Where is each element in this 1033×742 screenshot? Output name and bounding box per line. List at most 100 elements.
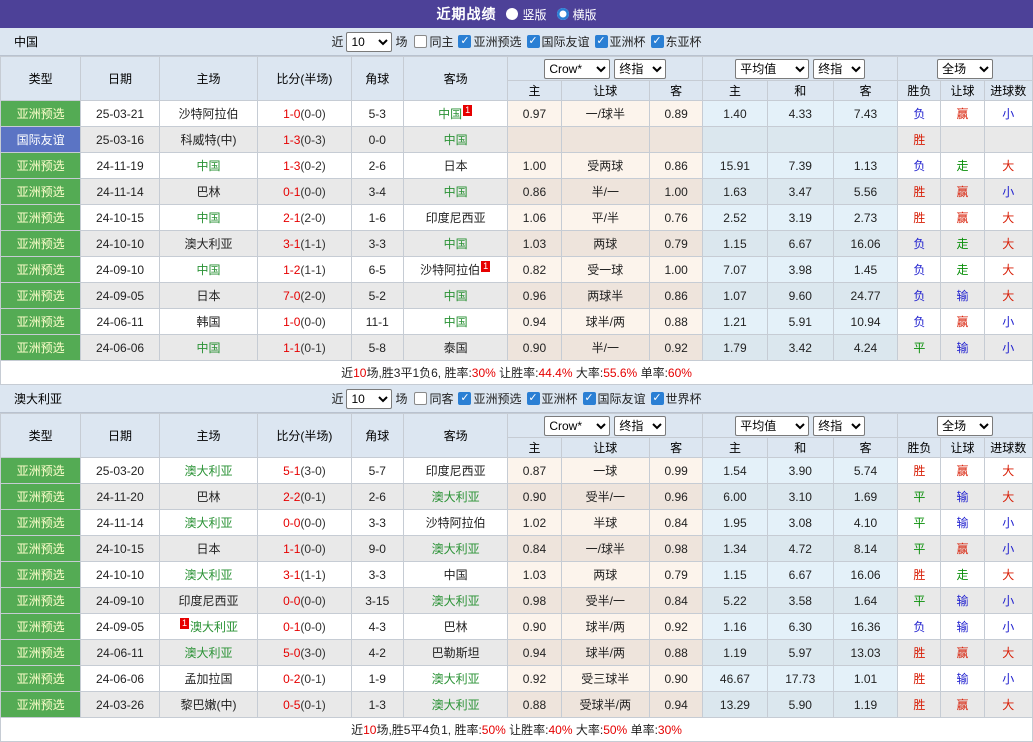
same-venue-option[interactable]: 同客 bbox=[414, 390, 453, 407]
home-team-cell[interactable]: 1 澳大利亚 bbox=[158, 613, 259, 640]
away-team-cell[interactable]: 泰国 bbox=[402, 334, 509, 361]
away-team-cell[interactable]: 中国 bbox=[402, 282, 509, 309]
home-team-cell[interactable]: 澳大利亚 bbox=[158, 509, 259, 536]
away-team-cell[interactable]: 澳大利亚 bbox=[402, 691, 509, 718]
away-team-cell[interactable]: 印度尼西亚 bbox=[402, 204, 509, 231]
avg-draw-odds-cell: 6.67 bbox=[766, 561, 834, 588]
home-team-cell[interactable]: 黎巴嫩(中) bbox=[158, 691, 259, 718]
away-team-cell[interactable]: 印度尼西亚 bbox=[402, 457, 509, 484]
home-team-cell[interactable]: 中国 bbox=[158, 204, 259, 231]
home-team-name: 澳大利亚 bbox=[184, 237, 233, 251]
average-select[interactable]: 平均值 bbox=[735, 415, 810, 436]
league-filter-option[interactable]: ✓ 国际友谊 bbox=[526, 33, 590, 50]
away-team-cell[interactable]: 中国 bbox=[402, 308, 509, 335]
same-venue-option[interactable]: 同主 bbox=[414, 33, 453, 50]
home-team-cell[interactable]: 日本 bbox=[158, 535, 259, 562]
home-team-name: 澳大利亚 bbox=[189, 620, 238, 634]
match-type-cell: 亚洲预选 bbox=[0, 204, 82, 231]
fulltime-select[interactable]: 全场 bbox=[937, 415, 994, 436]
halftime-score: (1-1) bbox=[300, 262, 326, 277]
away-team-cell[interactable]: 中国 bbox=[402, 178, 509, 205]
home-team-cell[interactable]: 科威特(中) bbox=[158, 126, 259, 153]
league-filter-option[interactable]: ✓ 亚洲预选 bbox=[458, 390, 522, 407]
matches-count-select[interactable]: 10 bbox=[346, 31, 393, 52]
vertical-radio[interactable]: 竖版 bbox=[506, 6, 547, 23]
away-team-cell[interactable]: 沙特阿拉伯 bbox=[402, 509, 509, 536]
result-text: 大 bbox=[1002, 211, 1015, 225]
average-stage-select[interactable]: 终指 bbox=[813, 415, 866, 436]
fulltime-score: 1-0 bbox=[283, 106, 301, 121]
home-team-cell[interactable]: 巴林 bbox=[158, 178, 259, 205]
league-checkbox[interactable]: ✓ bbox=[458, 392, 472, 405]
league-checkbox[interactable]: ✓ bbox=[582, 392, 596, 405]
league-filter-option[interactable]: ✓ 亚洲杯 bbox=[594, 33, 646, 50]
matches-table: 类型 日期 主场 比分(半场) 角球 客场 Crow* 终指 平均值 终指 全场主让球客主和客胜负让… bbox=[0, 413, 1033, 742]
league-filter-option[interactable]: ✓ 东亚杯 bbox=[650, 33, 702, 50]
home-team-cell[interactable]: 澳大利亚 bbox=[158, 639, 259, 666]
bookmaker-select[interactable]: Crow* bbox=[544, 58, 611, 79]
away-team-cell[interactable]: 澳大利亚 bbox=[402, 483, 509, 510]
away-team-cell[interactable]: 澳大利亚 bbox=[402, 587, 509, 614]
home-team-name: 日本 bbox=[196, 542, 221, 556]
home-team-cell[interactable]: 韩国 bbox=[158, 308, 259, 335]
league-filter-option[interactable]: ✓ 世界杯 bbox=[650, 390, 702, 407]
odds-stage-select[interactable]: 终指 bbox=[614, 58, 667, 79]
result-text: 负 bbox=[913, 263, 926, 277]
away-team-cell[interactable]: 中国 1 bbox=[402, 100, 509, 127]
average-stage-select[interactable]: 终指 bbox=[813, 58, 866, 79]
home-team-cell[interactable]: 中国 bbox=[158, 152, 259, 179]
league-checkbox[interactable]: ✓ bbox=[594, 35, 608, 48]
avg-away-odds-cell: 5.56 bbox=[832, 178, 899, 205]
same-venue-checkbox[interactable] bbox=[414, 392, 428, 405]
home-team-cell[interactable]: 孟加拉国 bbox=[158, 665, 259, 692]
result-text: 赢 bbox=[956, 107, 969, 121]
same-venue-checkbox[interactable] bbox=[414, 35, 428, 48]
odds-stage-select[interactable]: 终指 bbox=[614, 415, 667, 436]
home-team-cell[interactable]: 中国 bbox=[158, 256, 259, 283]
crow-home-odds-cell: 0.87 bbox=[507, 457, 562, 484]
match-row: 亚洲预选 24-11-20 巴林 2-2(0-1) 2-6 澳大利亚 0.90 受半/一 0.9… bbox=[0, 483, 1033, 510]
matches-count-select[interactable]: 10 bbox=[346, 388, 393, 409]
home-team-cell[interactable]: 澳大利亚 bbox=[158, 457, 259, 484]
away-team-cell[interactable]: 澳大利亚 bbox=[402, 665, 509, 692]
home-team-cell[interactable]: 沙特阿拉伯 bbox=[158, 100, 259, 127]
result-text: 小 bbox=[1002, 594, 1015, 608]
bookmaker-select[interactable]: Crow* bbox=[544, 415, 611, 436]
league-checkbox[interactable]: ✓ bbox=[458, 35, 472, 48]
avg-away-odds-cell bbox=[832, 126, 899, 153]
league-filter-option[interactable]: ✓ 亚洲杯 bbox=[526, 390, 578, 407]
home-team-cell[interactable]: 中国 bbox=[158, 334, 259, 361]
away-team-cell[interactable]: 沙特阿拉伯 1 bbox=[402, 256, 509, 283]
away-team-cell[interactable]: 中国 bbox=[402, 230, 509, 257]
away-team-cell[interactable]: 中国 bbox=[402, 561, 509, 588]
average-select[interactable]: 平均值 bbox=[735, 58, 810, 79]
summary-stat-value: 30% bbox=[657, 723, 682, 737]
league-checkbox[interactable]: ✓ bbox=[650, 35, 664, 48]
fulltime-score: 1-3 bbox=[283, 132, 301, 147]
home-team-cell[interactable]: 日本 bbox=[158, 282, 259, 309]
league-filter-option[interactable]: ✓ 亚洲预选 bbox=[458, 33, 522, 50]
league-checkbox[interactable]: ✓ bbox=[650, 392, 664, 405]
fulltime-select[interactable]: 全场 bbox=[937, 58, 994, 79]
away-team-cell[interactable]: 中国 bbox=[402, 126, 509, 153]
corner-cell: 3-3 bbox=[350, 230, 404, 257]
league-checkbox[interactable]: ✓ bbox=[526, 35, 540, 48]
home-team-name: 澳大利亚 bbox=[184, 464, 233, 478]
away-team-cell[interactable]: 日本 bbox=[402, 152, 509, 179]
league-filter-option[interactable]: ✓ 国际友谊 bbox=[582, 390, 646, 407]
match-date-cell: 24-11-14 bbox=[80, 178, 160, 205]
away-team-cell[interactable]: 澳大利亚 bbox=[402, 535, 509, 562]
league-checkbox[interactable]: ✓ bbox=[526, 392, 540, 405]
away-team-cell[interactable]: 巴林 bbox=[402, 613, 509, 640]
result-text: 赢 bbox=[956, 464, 969, 478]
home-team-cell[interactable]: 印度尼西亚 bbox=[158, 587, 259, 614]
horizontal-radio[interactable]: 横版 bbox=[556, 6, 597, 23]
crow-handicap-cell: 球半/两 bbox=[560, 613, 651, 640]
away-team-cell[interactable]: 巴勒斯坦 bbox=[402, 639, 509, 666]
home-team-cell[interactable]: 巴林 bbox=[158, 483, 259, 510]
home-team-cell[interactable]: 澳大利亚 bbox=[158, 230, 259, 257]
home-team-cell[interactable]: 澳大利亚 bbox=[158, 561, 259, 588]
league-label: 国际友谊 bbox=[597, 392, 646, 406]
goals-result-cell: 小 bbox=[983, 308, 1033, 335]
result-text: 输 bbox=[956, 620, 969, 634]
